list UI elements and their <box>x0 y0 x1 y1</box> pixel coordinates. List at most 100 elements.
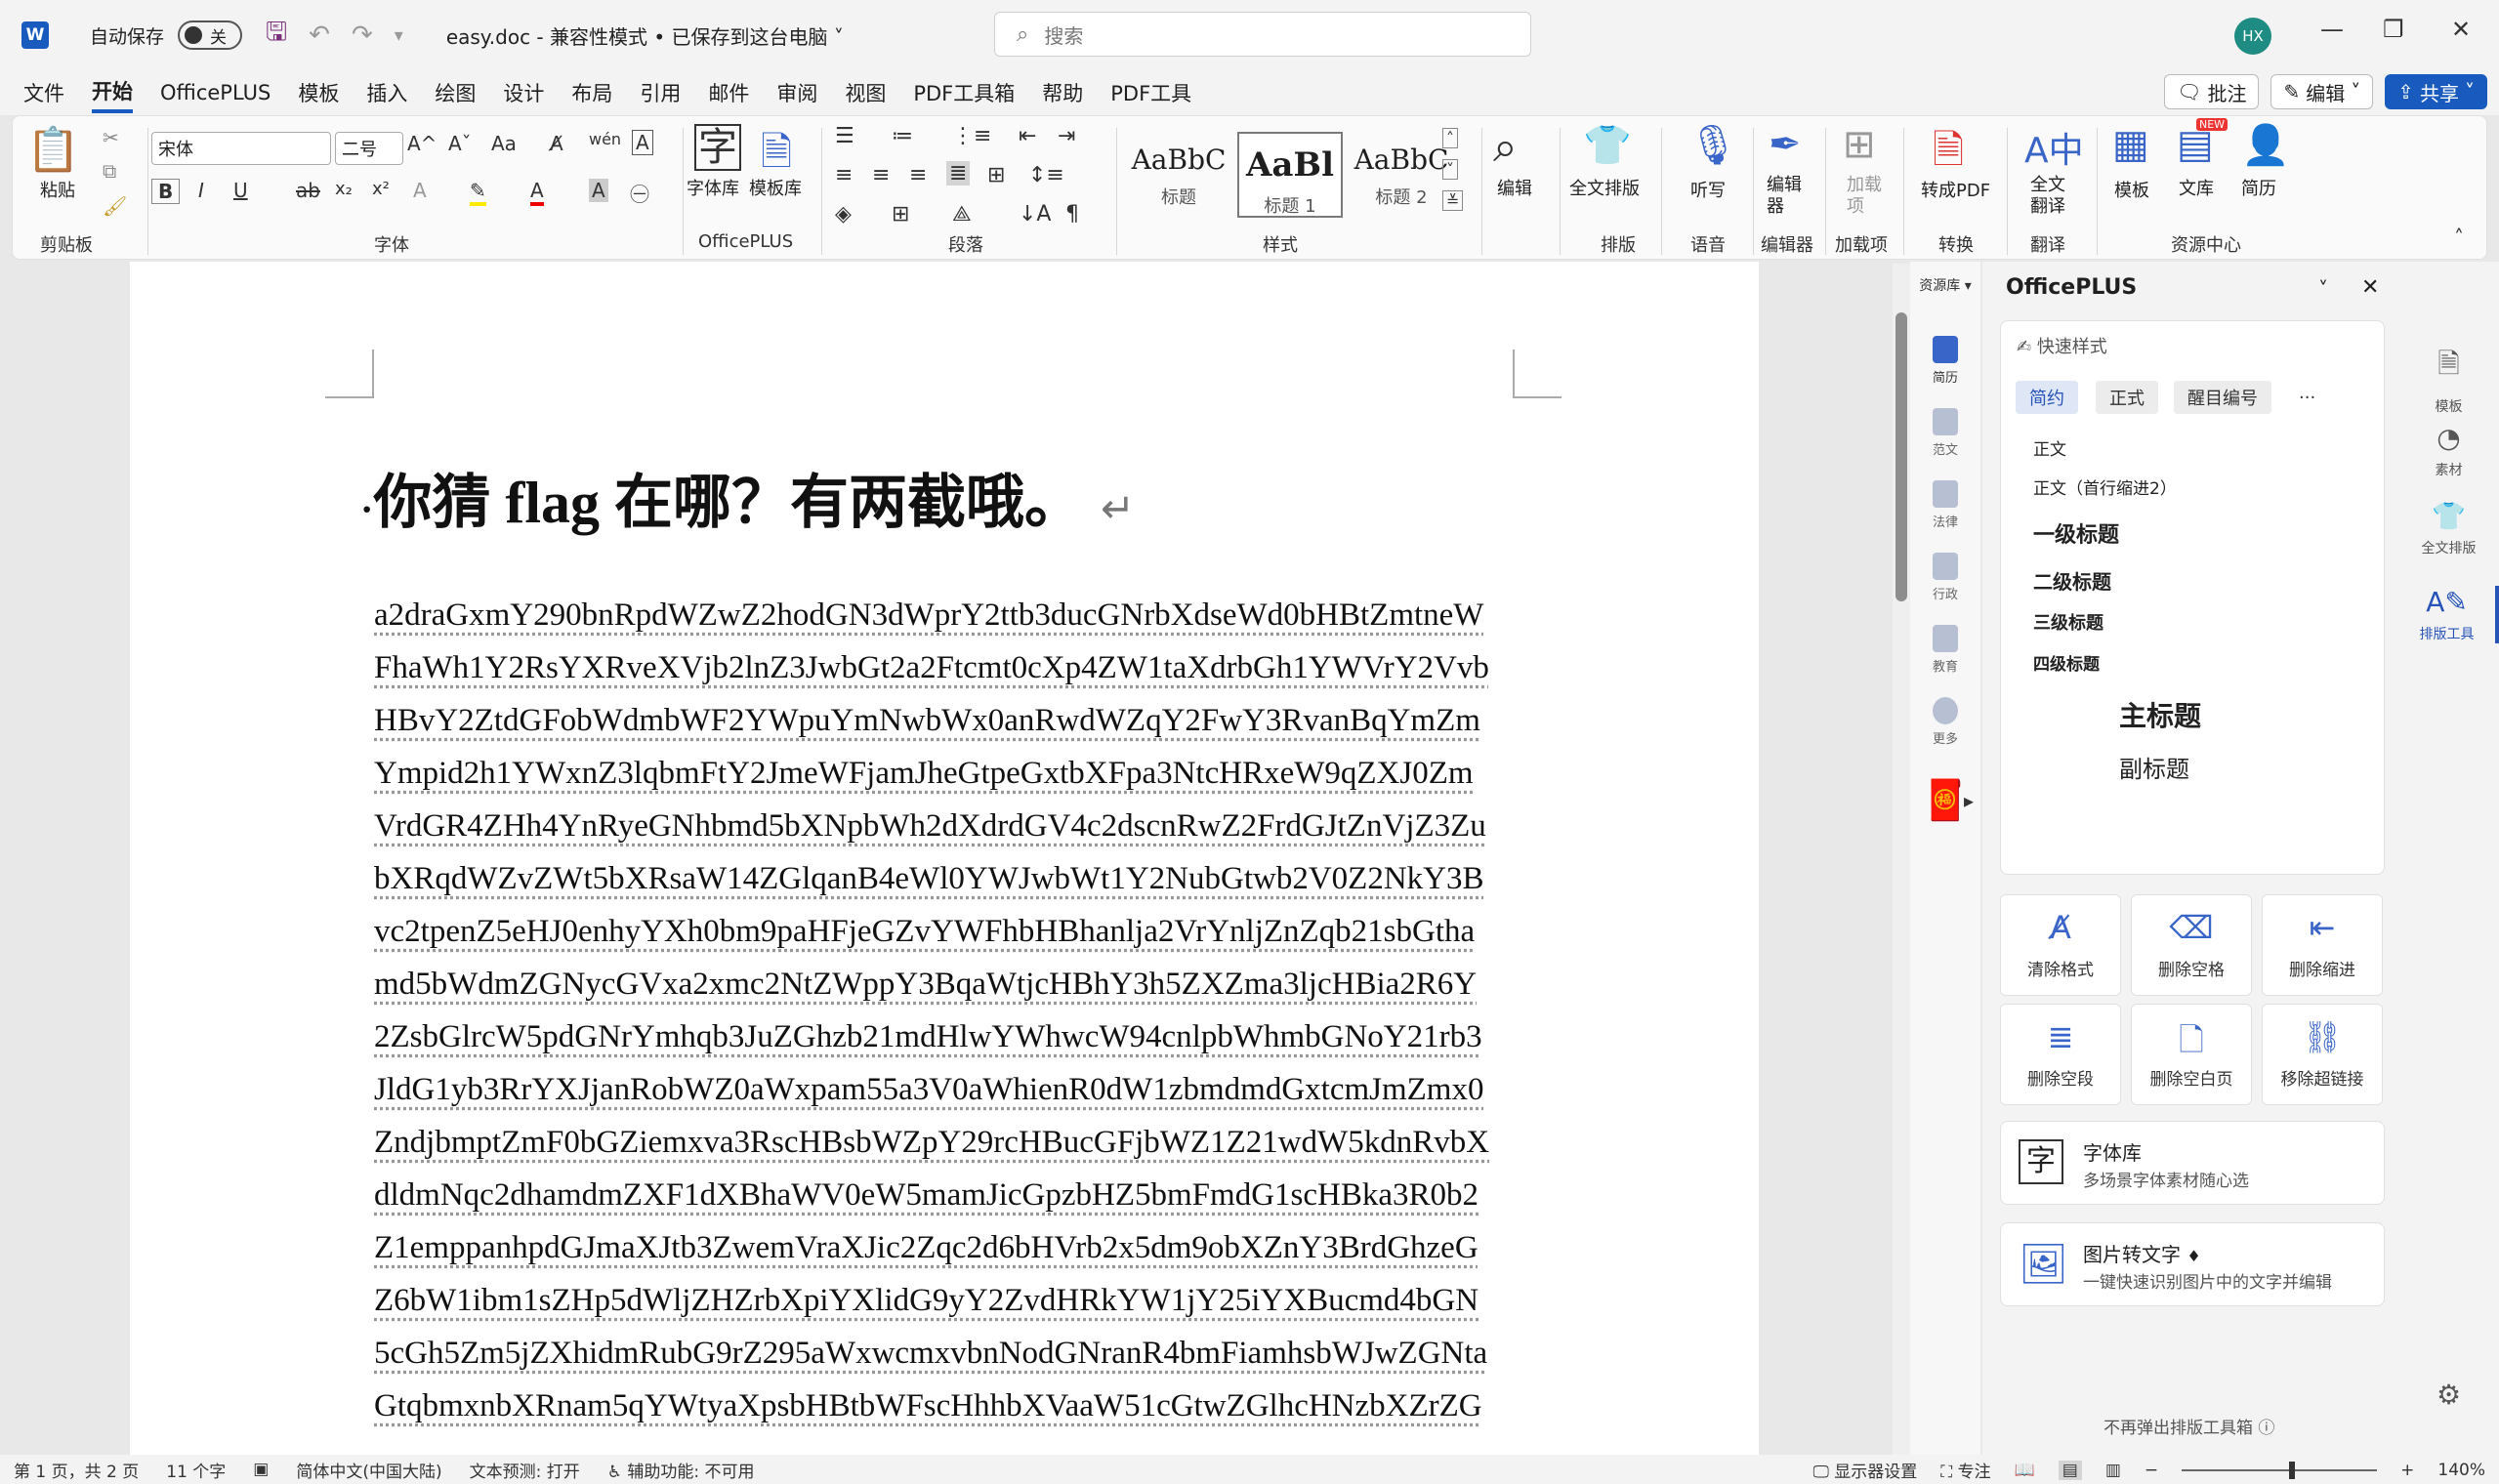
avatar[interactable]: HX <box>2234 18 2271 55</box>
tab-file[interactable]: 文件 <box>23 74 64 111</box>
strikethrough-icon[interactable]: ab <box>296 179 320 202</box>
chip-bold-numbering[interactable]: 醒目编号 <box>2174 381 2271 414</box>
resume-label[interactable]: 简历 <box>2241 175 2276 200</box>
resume-icon[interactable]: 👤 <box>2241 122 2290 168</box>
close-icon[interactable]: ✕ <box>2451 16 2471 43</box>
remove-spaces-button[interactable]: ⌫ 删除空格 <box>2131 894 2252 996</box>
resource-item-resume[interactable]: 简历 <box>1910 336 1980 386</box>
style-heading-1[interactable]: AaBl 标题 1 <box>1237 132 1343 218</box>
image-to-text-card[interactable]: 🖼 图片转文字 ♦ 一键快速识别图片中的文字并编辑 <box>2000 1222 2385 1306</box>
expand-panel-icon[interactable]: ▸ <box>1957 789 1980 812</box>
find-icon[interactable]: ⌕ <box>1493 122 1518 172</box>
zoom-slider[interactable] <box>2182 1461 2378 1479</box>
document-scrollbar[interactable] <box>1893 264 1910 1457</box>
font-name-select[interactable]: 宋体 <box>151 132 331 165</box>
editor-label[interactable]: 编辑器 <box>1767 175 1806 218</box>
document-line[interactable]: ZndjbmptZmF0bGZiemxva3RscHBsbWZpY29rcHBu… <box>374 1125 1489 1161</box>
bullets-icon[interactable]: ☰ <box>835 124 854 148</box>
remove-hyperlink-button[interactable]: ⛓ 移除超链接 <box>2262 1004 2383 1105</box>
share-button[interactable]: ⇪ 共享 ˅ <box>2385 74 2487 109</box>
redo-icon[interactable]: ↷ <box>352 21 373 50</box>
styles-more-icon[interactable]: ≚ <box>1442 190 1464 211</box>
font-size-select[interactable]: 二号 <box>335 132 403 165</box>
minimize-icon[interactable]: — <box>2320 16 2344 43</box>
status-words[interactable]: 11 个字 <box>166 1458 226 1482</box>
dictate-label[interactable]: 听写 <box>1690 177 1726 202</box>
char-shading-icon[interactable]: A <box>589 179 608 202</box>
show-marks-icon[interactable]: ¶ <box>1065 202 1079 227</box>
style-main-title[interactable]: 主标题 <box>2119 695 2201 734</box>
undo-icon[interactable]: ↶ <box>309 21 330 50</box>
resource-item-education[interactable]: 教育 <box>1910 625 1980 675</box>
clear-format-button[interactable]: A̸ 清除格式 <box>2000 894 2121 996</box>
microphone-icon[interactable]: 🎙 <box>1688 122 1738 168</box>
maximize-icon[interactable]: ❐ <box>2383 16 2404 43</box>
zoom-in-icon[interactable]: + <box>2400 1461 2414 1480</box>
subscript-icon[interactable]: x₂ <box>335 179 353 199</box>
copy-icon[interactable]: ⧉ <box>103 159 116 183</box>
highlight-icon[interactable]: ✎ <box>470 179 486 206</box>
align-left-icon[interactable]: ≡ <box>835 163 853 187</box>
zoom-out-icon[interactable]: − <box>2145 1461 2158 1480</box>
panel-footer[interactable]: 不再弹出排版工具箱 ⓘ <box>2103 1414 2274 1438</box>
tab-insert[interactable]: 插入 <box>366 74 407 111</box>
tab-mailings[interactable]: 邮件 <box>708 74 749 111</box>
tab-help[interactable]: 帮助 <box>1042 74 1083 111</box>
remove-indent-button[interactable]: ⇤ 删除缩进 <box>2262 894 2383 996</box>
search-input[interactable]: ⌕ 搜索 <box>994 12 1531 57</box>
panel-options-chevron-icon[interactable]: ˅ <box>2318 277 2328 301</box>
style-level-1[interactable]: 一级标题 <box>2033 517 2119 549</box>
style-level-2[interactable]: 二级标题 <box>2033 566 2111 595</box>
document-line[interactable]: bXRqdWZvZWt5bXRsaW14ZGlqanB4eWl0YWJwbWt1… <box>374 861 1484 897</box>
edit-label[interactable]: 编辑 <box>1497 175 1532 200</box>
text-effects-icon[interactable]: A <box>413 179 427 202</box>
resource-header[interactable]: 资源库 ▾ <box>1910 275 1980 295</box>
template-icon[interactable]: ▦ <box>2112 122 2149 167</box>
phonetic-guide-icon[interactable]: wén <box>589 130 621 148</box>
resource-item-legal[interactable]: 法律 <box>1910 480 1980 530</box>
document-line[interactable]: vc2tpenZ5eHJ0enhyYXh0bm9paHFjeGZvYWFhbHB… <box>374 914 1475 950</box>
web-layout-icon[interactable]: ▥ <box>2105 1461 2121 1480</box>
chinese-layout-icon[interactable]: ⟁ <box>952 202 972 227</box>
font-library-label[interactable]: 字体库 <box>687 175 739 200</box>
justify-icon[interactable]: ≣ <box>946 161 971 186</box>
document-line[interactable]: 2ZsbGlrcW5pdGNrYmhqb3JuZGhzb21mdHlwYWhwc… <box>374 1019 1482 1055</box>
document-heading[interactable]: ·你猜 flag 在哪？有两截哦。 ↵ <box>360 455 1135 540</box>
line-spacing-icon[interactable]: ↕≡ <box>1028 163 1064 187</box>
underline-icon[interactable]: U <box>233 179 248 202</box>
addins-icon[interactable]: ⊞ <box>1843 122 1876 167</box>
numbering-icon[interactable]: ≔ <box>892 124 913 148</box>
chip-more[interactable]: ··· <box>2285 381 2329 414</box>
autosave-toggle[interactable]: 关 <box>178 21 243 50</box>
collapse-ribbon-icon[interactable]: ˄ <box>2454 226 2464 249</box>
style-level-3[interactable]: 三级标题 <box>2033 609 2103 635</box>
document-line[interactable]: Z6bW1ibm1sZHp5dWljZHZrbXpiYXlidG9yY2ZvdH… <box>374 1283 1479 1319</box>
customize-quick-access-icon[interactable]: ▾ <box>395 25 403 46</box>
styles-scroll-down-icon[interactable]: ˅ <box>1442 159 1458 180</box>
translate-icon[interactable]: A中 <box>2024 122 2084 173</box>
font-library-card[interactable]: 字 字体库 多场景字体素材随心选 <box>2000 1121 2385 1205</box>
styles-scroll-up-icon[interactable]: ˄ <box>1442 128 1458 148</box>
sort-icon[interactable]: ↓A <box>1019 202 1051 227</box>
translate-label[interactable]: 全文翻译 <box>2030 175 2069 218</box>
document-line[interactable]: md5bWdmZGNycGVxa2xmc2NtZWppY3BqaWtjcHBhY… <box>374 967 1477 1003</box>
document-line[interactable]: a2draGxmY290bnRpdWZwZ2hodGN3dWprY2ttb3du… <box>374 598 1483 634</box>
document-title[interactable]: easy.doc - 兼容性模式 • 已保存到这台电脑 ˅ <box>446 21 844 50</box>
format-painter-icon[interactable]: 🖌 <box>103 194 127 218</box>
strip-item-material[interactable]: ◔ 素材 <box>2398 422 2499 479</box>
document-line[interactable]: Ympid2h1YWxnZ3lqbmFtY2JmeWFjamJheGtpeGxt… <box>374 756 1474 792</box>
status-display-wrap[interactable]: 🖵 显示器设置 <box>1812 1458 1917 1482</box>
distributed-icon[interactable]: ⊞ <box>987 163 1005 187</box>
style-subtitle[interactable]: 副标题 <box>2119 750 2189 784</box>
grow-font-icon[interactable]: A^ <box>407 132 437 155</box>
library-label[interactable]: 文库 <box>2179 175 2214 200</box>
document-line[interactable]: dldmNqc2dhamdmZXF1dXBhaWV0eW5mamJicGpzbH… <box>374 1177 1479 1214</box>
document-line[interactable]: FhaWh1Y2RsYXRveXVjb2lnZ3JwbGt2a2Ftcmt0cX… <box>374 650 1489 686</box>
proofing-icon[interactable]: ▣ <box>253 1460 269 1479</box>
resource-item-sample[interactable]: 范文 <box>1910 408 1980 458</box>
font-color-icon[interactable]: A <box>530 179 544 206</box>
strip-item-template[interactable]: 🗎 模板 <box>2398 344 2499 416</box>
style-body[interactable]: 正文 <box>2033 435 2066 460</box>
tab-home[interactable]: 开始 <box>92 72 133 113</box>
style-heading-2[interactable]: AaBbC 标题 2 <box>1349 132 1454 218</box>
